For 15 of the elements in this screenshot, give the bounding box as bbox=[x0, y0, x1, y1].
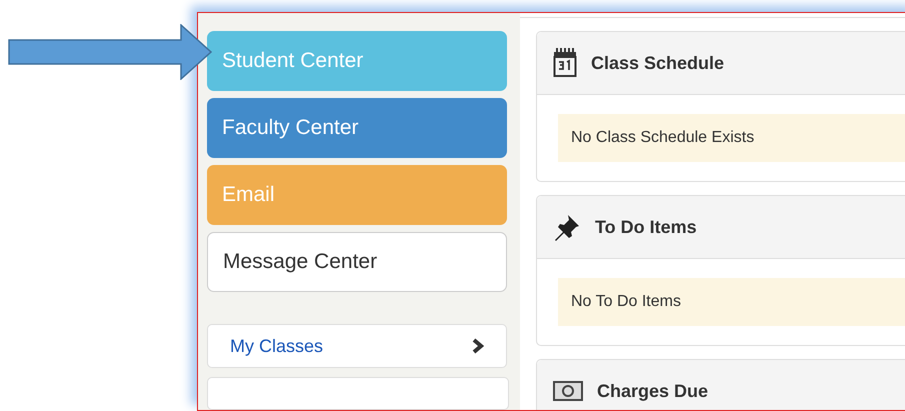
link-label: My Classes bbox=[230, 336, 324, 356]
nav-tile[interactable]: Email bbox=[207, 165, 507, 225]
nav-tile[interactable]: Message Center bbox=[207, 232, 507, 292]
notice-message: No Class Schedule Exists bbox=[558, 114, 905, 162]
chevron-right-icon bbox=[472, 338, 484, 354]
notice-message: No To Do Items bbox=[558, 278, 905, 326]
money-icon bbox=[553, 380, 583, 402]
nav-tile[interactable]: Student Center bbox=[207, 31, 507, 91]
card-title: Class Schedule bbox=[591, 52, 724, 74]
nav-tile[interactable]: Faculty Center bbox=[207, 98, 507, 158]
sidebar-link[interactable]: My Classes bbox=[207, 324, 507, 368]
card-title: Charges Due bbox=[597, 380, 708, 402]
calendar-icon bbox=[553, 48, 577, 78]
pushpin-icon bbox=[553, 213, 581, 241]
card-title: To Do Items bbox=[595, 216, 697, 238]
